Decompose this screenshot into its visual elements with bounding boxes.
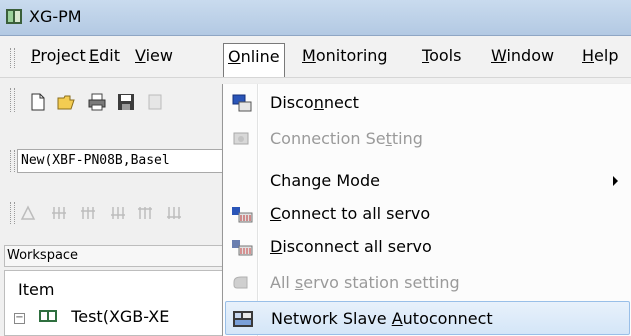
disconnect-all-servo-icon xyxy=(232,240,253,256)
menu-item-disconnect[interactable]: Disconnect xyxy=(225,86,630,120)
servo-station-setting-icon xyxy=(233,276,248,289)
menu-edit[interactable]: Edit xyxy=(85,43,124,69)
window-title: XG-PM xyxy=(29,7,82,26)
title-bar: XG-PM xyxy=(0,0,631,36)
menu-item-connection-setting[interactable]: Connection Setting xyxy=(225,122,630,156)
menu-online[interactable]: Online xyxy=(223,43,285,77)
axis-tool-2-icon[interactable] xyxy=(80,205,96,221)
menu-view[interactable]: View xyxy=(131,43,177,69)
axis-tool-4-icon[interactable] xyxy=(137,205,153,221)
project-label: Test(XGB-XE xyxy=(71,307,170,326)
menubar-grip[interactable] xyxy=(10,48,15,68)
workspace-title: Workspace xyxy=(4,245,254,267)
save-icon[interactable] xyxy=(117,93,135,111)
connection-setting-icon xyxy=(233,132,249,145)
menu-window[interactable]: Window xyxy=(487,43,558,69)
menu-item-all-servo-station-setting[interactable]: All servo station setting xyxy=(225,266,630,300)
disconnect-icon xyxy=(232,94,252,112)
tree-item-project[interactable]: − Test(XGB-XE xyxy=(14,307,169,326)
menu-bar: Project Edit View Online Monitoring Tool… xyxy=(0,36,631,78)
workspace-tree: Item − Test(XGB-XE xyxy=(4,270,254,336)
new-file-icon[interactable] xyxy=(29,93,47,111)
toolbar2-grip[interactable] xyxy=(10,202,15,224)
axis-tool-5-icon[interactable] xyxy=(166,205,182,221)
menu-item-network-slave-autoconnect[interactable]: Network Slave Autoconnect xyxy=(225,301,630,335)
connect-all-servo-icon xyxy=(232,207,253,223)
cut-icon[interactable] xyxy=(146,93,164,111)
menu-item-change-mode[interactable]: Change Mode xyxy=(225,164,630,198)
servo-tool-icon[interactable] xyxy=(20,205,36,221)
project-icon xyxy=(39,310,58,322)
toolbar-grip[interactable] xyxy=(10,88,15,112)
open-folder-icon[interactable] xyxy=(57,93,75,111)
online-menu-dropdown: Disconnect Connection Setting Change Mod… xyxy=(222,84,631,336)
menu-monitoring[interactable]: Monitoring xyxy=(298,43,392,69)
menu-help[interactable]: Help xyxy=(578,43,622,69)
menu-project[interactable]: Project xyxy=(27,43,90,69)
axis-tool-3-icon[interactable] xyxy=(110,205,126,221)
menu-item-disconnect-all-servo[interactable]: Disconnect all servo xyxy=(225,230,630,264)
menu-tools[interactable]: Tools xyxy=(418,43,465,69)
axis-tool-icon[interactable] xyxy=(51,205,67,221)
menu-item-connect-all-servo[interactable]: Connect to all servo xyxy=(225,197,630,231)
module-combo[interactable]: New(XBF-PN08B,Basel xyxy=(17,149,257,173)
combo-grip[interactable] xyxy=(10,150,15,172)
network-slave-autoconnect-icon xyxy=(233,311,253,327)
app-icon xyxy=(6,9,22,24)
collapse-icon[interactable]: − xyxy=(14,313,25,324)
submenu-arrow-icon xyxy=(613,176,618,186)
tree-column-header[interactable]: Item xyxy=(18,280,54,299)
print-icon[interactable] xyxy=(88,93,106,111)
